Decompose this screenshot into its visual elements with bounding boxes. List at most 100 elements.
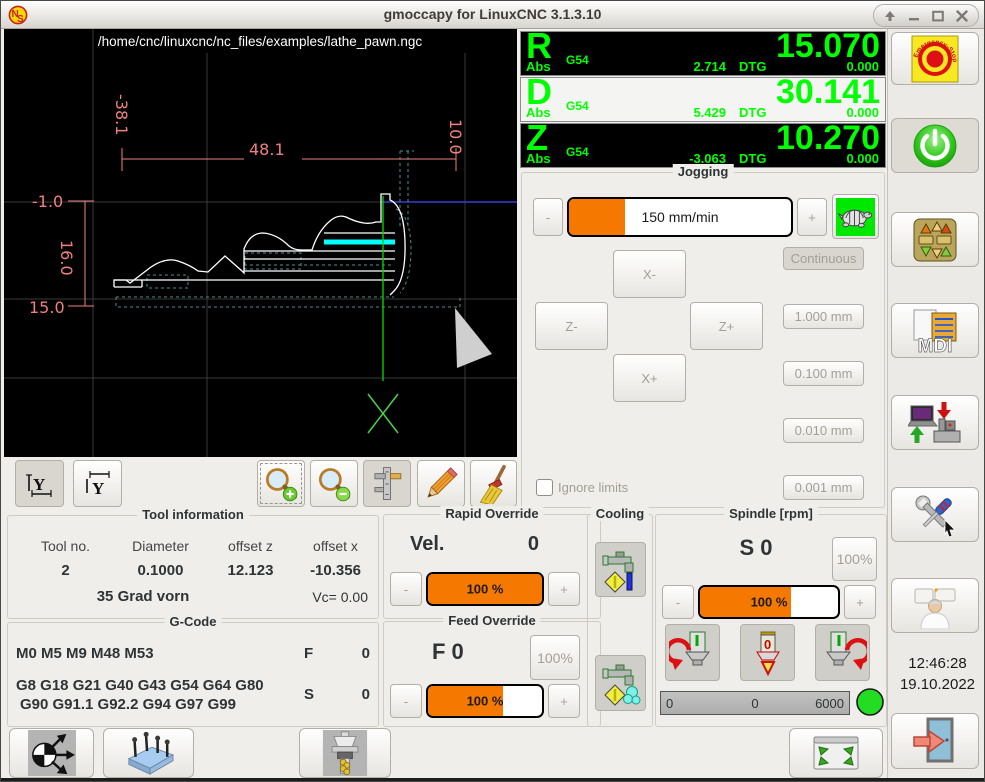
- turtle-jog-button[interactable]: [832, 194, 879, 239]
- dro-abs-value: 5.429: [611, 105, 726, 120]
- titlebar[interactable]: N S gmoccapy for LinuxCNC 3.1.3.10: [1, 1, 984, 29]
- tool-change-button[interactable]: [299, 728, 391, 778]
- active-gcodes-line1: G8 G18 G21 G40 G43 G54 G64 G80: [16, 677, 264, 694]
- zoom-out-button[interactable]: [310, 460, 358, 507]
- svg-text:Y: Y: [33, 475, 45, 494]
- velocity-value: 0: [484, 533, 539, 556]
- dro-row-d[interactable]: D G54 30.141 Abs 5.429 DTG 0.000: [520, 77, 886, 122]
- tool-info-title: Tool information: [137, 507, 249, 522]
- dro-row-z[interactable]: Z G54 10.270 Abs -3.063 DTG 0.000: [520, 123, 886, 168]
- user-mode-button[interactable]: [891, 578, 979, 633]
- ignore-limits-label: Ignore limits: [558, 480, 628, 495]
- window-controls: [873, 4, 979, 27]
- loaded-file-path: /home/cnc/linuxcnc/nc_files/examples/lat…: [98, 34, 422, 49]
- fullscreen-button[interactable]: [789, 728, 883, 778]
- jog-speed-value: 150 mm/min: [569, 209, 791, 225]
- feed-minus-button[interactable]: -: [390, 684, 422, 718]
- exit-button[interactable]: [891, 713, 979, 769]
- svg-text:10.0: 10.0: [446, 119, 465, 155]
- estop-button[interactable]: Emergency-Stop: [891, 32, 979, 85]
- active-gcodes-line2: G90 G91.1 G92.2 G94 G97 G99: [20, 696, 236, 713]
- diameter-value: 0.1000: [113, 562, 208, 579]
- window-bottom-edge: [1, 778, 984, 781]
- diameter-header: Diameter: [113, 538, 208, 554]
- spindle-right-button[interactable]: [815, 624, 870, 681]
- spindle-reset-button[interactable]: 100%: [832, 537, 877, 581]
- jog-x-minus-button[interactable]: X-: [613, 250, 686, 298]
- feed-override-frame: Feed Override F 0 100% - 100 % +: [383, 621, 601, 727]
- spindle-override-bar[interactable]: 100 %: [698, 585, 840, 619]
- jog-pad-icon: [911, 216, 959, 264]
- feed-override-bar[interactable]: 100 %: [426, 684, 544, 718]
- maximize-icon[interactable]: [932, 10, 944, 22]
- block-height-button[interactable]: [103, 728, 194, 778]
- mist-coolant-button[interactable]: [595, 655, 646, 711]
- dro-row-x[interactable]: R G54 15.070 Abs 2.714 DTG 0.000: [520, 31, 886, 76]
- jog-increment-0001mm-button[interactable]: 0.001 mm: [783, 475, 864, 500]
- view-y-button[interactable]: Y: [15, 460, 64, 507]
- jog-continuous-button[interactable]: Continuous: [783, 247, 864, 270]
- flood-icon: [599, 546, 643, 594]
- spindle-title: Spindle [rpm]: [724, 506, 818, 521]
- s-value: 0: [328, 686, 370, 703]
- spindle-stop-button[interactable]: 0: [740, 624, 795, 681]
- rapid-override-percent: 100 %: [428, 582, 542, 597]
- view-y-icon: Y: [24, 469, 56, 499]
- close-icon[interactable]: [956, 10, 968, 22]
- spindle-plus-button[interactable]: +: [844, 585, 876, 619]
- offset-z-value: 12.123: [208, 562, 293, 579]
- broom-icon: [474, 464, 514, 504]
- machine-on-button[interactable]: [891, 118, 979, 173]
- zoom-in-button[interactable]: [257, 460, 305, 507]
- emergency-stop-icon: Emergency-Stop: [911, 35, 959, 83]
- jog-increment-1mm-button[interactable]: 1.000 mm: [783, 304, 864, 329]
- mdi-mode-button[interactable]: MDI: [891, 303, 979, 358]
- jog-speed-bar[interactable]: 150 mm/min: [567, 197, 793, 237]
- minimize-icon[interactable]: [908, 10, 920, 22]
- spindle-cw-icon: [819, 628, 867, 678]
- feed-plus-button[interactable]: +: [548, 684, 580, 718]
- jog-x-plus-button[interactable]: X+: [613, 354, 686, 402]
- jog-increment-001mm-button[interactable]: 0.010 mm: [783, 418, 864, 443]
- view-y2-icon: Y: [82, 469, 114, 499]
- flood-coolant-button[interactable]: [595, 542, 646, 597]
- touch-off-button[interactable]: [9, 728, 94, 778]
- spindle-speed-label: S 0: [716, 535, 796, 561]
- rapid-minus-button[interactable]: -: [390, 572, 422, 606]
- auto-mode-button[interactable]: [891, 395, 979, 450]
- rapid-plus-button[interactable]: +: [548, 572, 580, 606]
- jog-z-minus-button[interactable]: Z-: [535, 302, 608, 350]
- dimensions-toggle-button[interactable]: [363, 460, 411, 507]
- svg-text:16.0: 16.0: [57, 240, 76, 276]
- rapid-override-bar[interactable]: 100 %: [426, 572, 544, 606]
- cooling-frame: Cooling: [587, 514, 653, 727]
- spindle-minus-button[interactable]: -: [662, 585, 694, 619]
- svg-text:0: 0: [764, 637, 771, 652]
- gcode-frame: G-Code M0 M5 M9 M48 M53 F 0 G8 G18 G21 G…: [7, 622, 379, 727]
- f-value: 0: [328, 645, 370, 662]
- jog-speed-minus-button[interactable]: -: [533, 198, 563, 236]
- jog-increment-01mm-button[interactable]: 0.100 mm: [783, 361, 864, 386]
- caliper-icon: [368, 464, 406, 504]
- offset-x-header: offset x: [293, 538, 378, 554]
- manual-mode-button[interactable]: [891, 212, 979, 267]
- svg-text:Y: Y: [92, 479, 104, 498]
- clear-plot-button[interactable]: [470, 460, 517, 507]
- spindle-left-button[interactable]: [665, 624, 720, 681]
- view-y2-button[interactable]: Y: [73, 460, 122, 507]
- dro-dtg-label: DTG: [739, 105, 766, 120]
- spindle-stop-icon: 0: [744, 628, 792, 678]
- exit-door-icon: [910, 716, 960, 766]
- jogging-frame: Jogging - 150 mm/min + Continuous X- Z-: [521, 172, 885, 508]
- jog-z-plus-button[interactable]: Z+: [690, 302, 763, 350]
- origin-icon: [28, 730, 76, 776]
- svg-text:48.1: 48.1: [249, 140, 285, 159]
- feed-reset-button[interactable]: 100%: [530, 635, 580, 680]
- edit-gcode-button[interactable]: [417, 460, 465, 507]
- settings-button[interactable]: [891, 487, 979, 542]
- ignore-limits-checkbox[interactable]: [536, 479, 553, 496]
- s-label: S: [304, 686, 314, 703]
- jog-speed-plus-button[interactable]: +: [797, 198, 827, 236]
- gcode-preview[interactable]: 48.1 -38.1 10.0 -1.0 16.0 15.0: [4, 29, 517, 457]
- shade-icon[interactable]: [884, 10, 896, 22]
